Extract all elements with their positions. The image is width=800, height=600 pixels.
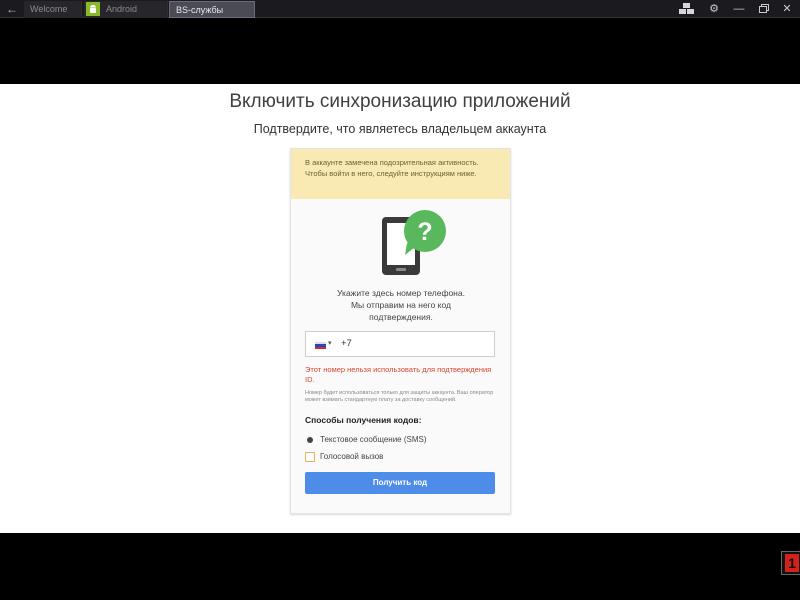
phone-error-message: Этот номер нельзя использовать для подтв… (305, 365, 492, 384)
close-icon[interactable]: ✕ (776, 0, 798, 18)
notification-badge[interactable]: 1 (781, 551, 800, 575)
page-title: Включить синхронизацию приложений (229, 91, 571, 112)
back-arrow-icon[interactable]: ← (0, 0, 24, 18)
phone-help-icon: ? (381, 209, 449, 279)
radio-selected-icon[interactable] (307, 437, 313, 443)
instruction-line: Мы отправим на него код (350, 300, 452, 310)
phone-instruction: Укажите здесь номер телефона. Мы отправи… (311, 287, 491, 323)
russia-flag-icon[interactable] (315, 342, 326, 349)
phone-number-input[interactable]: ▾ +7 (305, 331, 495, 357)
minimize-icon[interactable]: — (728, 0, 750, 18)
option-sms-label: Текстовое сообщение (SMS) (320, 435, 427, 444)
verification-card: В аккаунте замечена подозрительная актив… (290, 148, 511, 514)
tab-label: Android (106, 4, 138, 14)
gear-icon[interactable]: ⚙ (703, 0, 725, 18)
suspicious-activity-warning: В аккаунте замечена подозрительная актив… (291, 149, 510, 199)
android-icon (86, 1, 100, 16)
instruction-line: Укажите здесь номер телефона. (337, 288, 465, 298)
option-voice-label: Голосовой вызов (320, 452, 384, 461)
page-subtitle: Подтвердите, что являетесь владельцем ак… (253, 122, 547, 136)
tab-label: Welcome (30, 4, 68, 14)
restore-icon[interactable] (753, 0, 775, 18)
instruction-line: подтверждения. (369, 312, 433, 322)
phone-country-code[interactable]: +7 (341, 338, 352, 349)
notification-count: 1 (785, 554, 799, 572)
code-methods-title: Способы получения кодов: (305, 415, 422, 425)
window-titlebar: ← Welcome Android BS-службы ⚙ — ✕ (0, 0, 800, 18)
svg-text:?: ? (417, 218, 432, 246)
keyboard-icon[interactable] (677, 0, 697, 18)
get-code-button[interactable]: Получить код (305, 472, 495, 494)
phone-usage-note: Номер будет использоваться только для за… (305, 390, 494, 403)
checkbox-icon[interactable] (305, 452, 315, 462)
chevron-down-icon[interactable]: ▾ (328, 339, 332, 347)
tab-android[interactable]: Android (84, 1, 168, 18)
tab-welcome[interactable]: Welcome (24, 1, 82, 18)
tab-label: BS-службы (176, 5, 224, 15)
tab-bs-services[interactable]: BS-службы (169, 1, 255, 18)
verification-page: Включить синхронизацию приложений Подтве… (0, 84, 800, 533)
